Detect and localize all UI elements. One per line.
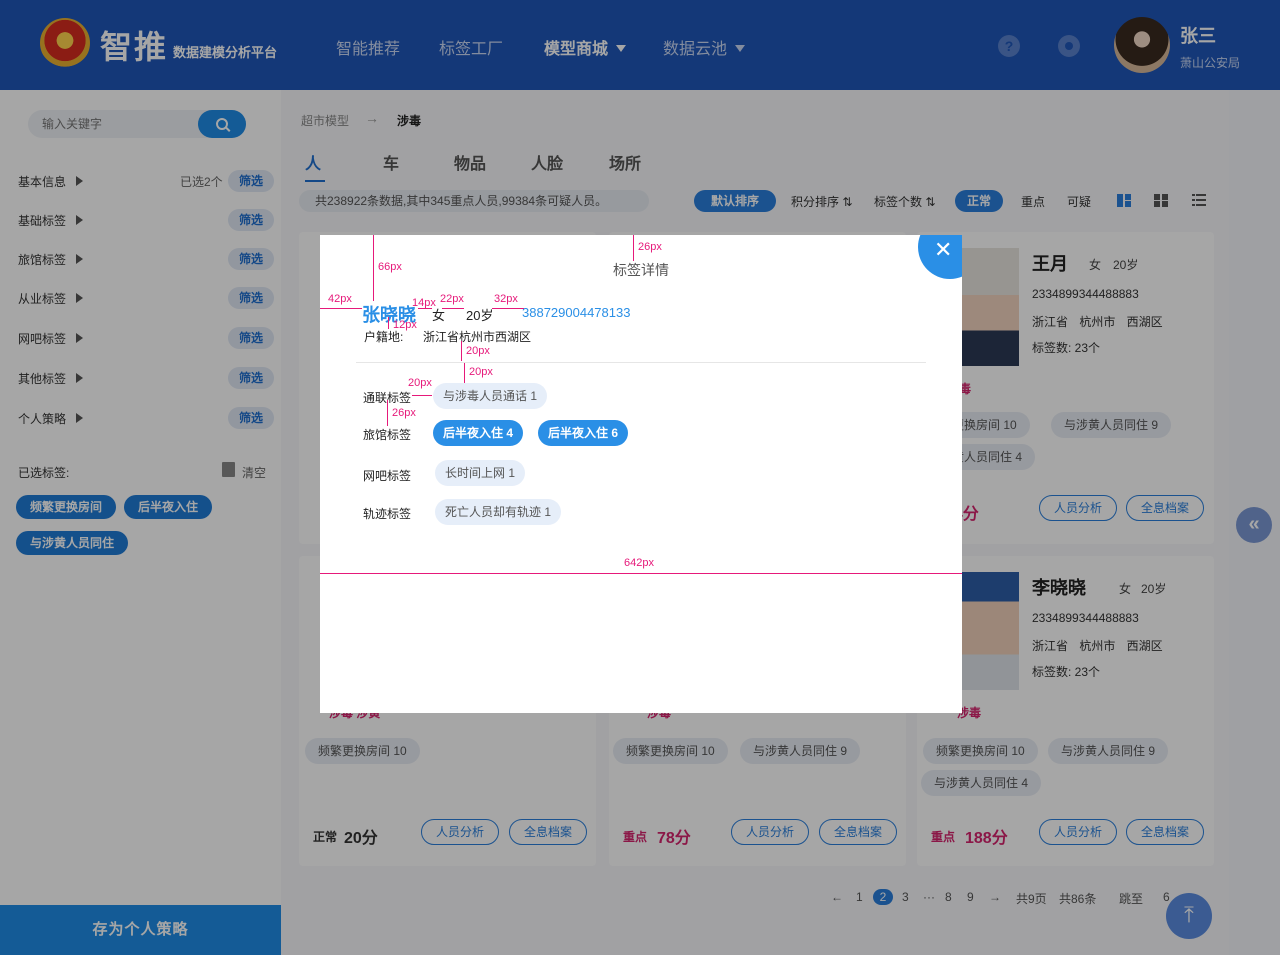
annotation-label: 26px bbox=[638, 241, 662, 253]
modal-tag-active[interactable]: 后半夜入住 4 bbox=[433, 420, 524, 446]
annotation-line bbox=[412, 395, 432, 396]
modal-title: 标签详情 bbox=[613, 262, 669, 278]
annotation-label: 12px bbox=[393, 319, 417, 331]
annotation-line bbox=[387, 400, 388, 426]
annotation-label: 42px bbox=[328, 293, 352, 305]
modal-tag-active[interactable]: 后半夜入住 6 bbox=[538, 420, 629, 446]
person-age: 20岁 bbox=[466, 308, 494, 323]
annotation-line bbox=[320, 308, 362, 309]
modal-tag[interactable]: 死亡人员却有轨迹 1 bbox=[435, 499, 562, 525]
annotation-line bbox=[633, 235, 634, 261]
row-label-track: 轨迹标签 bbox=[363, 507, 412, 521]
annotation-line bbox=[373, 235, 374, 301]
annotation-label: 66px bbox=[378, 261, 402, 273]
annotation-line bbox=[461, 341, 462, 361]
annotation-line bbox=[442, 308, 464, 309]
annotation-line bbox=[388, 317, 389, 329]
annotation-label: 20px bbox=[466, 345, 490, 357]
annotation-label: 642px bbox=[624, 557, 654, 569]
row-label-hotel: 旅馆标签 bbox=[363, 428, 412, 442]
modal-tag[interactable]: 长时间上网 1 bbox=[435, 460, 526, 486]
tag-detail-modal: ✕ 标签详情 张晓晓 女 20岁 388729004478133 户籍地: 浙江… bbox=[320, 235, 962, 713]
annotation-label: 32px bbox=[494, 293, 518, 305]
close-icon: ✕ bbox=[934, 237, 953, 262]
annotation-label: 14px bbox=[412, 297, 436, 309]
annotation-line bbox=[320, 573, 962, 574]
annotation-label: 20px bbox=[408, 377, 432, 389]
row-label-netcafe: 网吧标签 bbox=[363, 469, 412, 483]
modal-tag[interactable]: 与涉毒人员通话 1 bbox=[433, 383, 548, 409]
annotation-line bbox=[464, 363, 465, 383]
annotation-label: 26px bbox=[392, 407, 416, 419]
annotation-label: 20px bbox=[469, 366, 493, 378]
annotation-label: 22px bbox=[440, 293, 464, 305]
person-id: 388729004478133 bbox=[522, 305, 631, 320]
divider bbox=[356, 362, 926, 363]
address-value: 浙江省杭州市西湖区 bbox=[423, 330, 532, 344]
annotation-line bbox=[492, 308, 524, 309]
